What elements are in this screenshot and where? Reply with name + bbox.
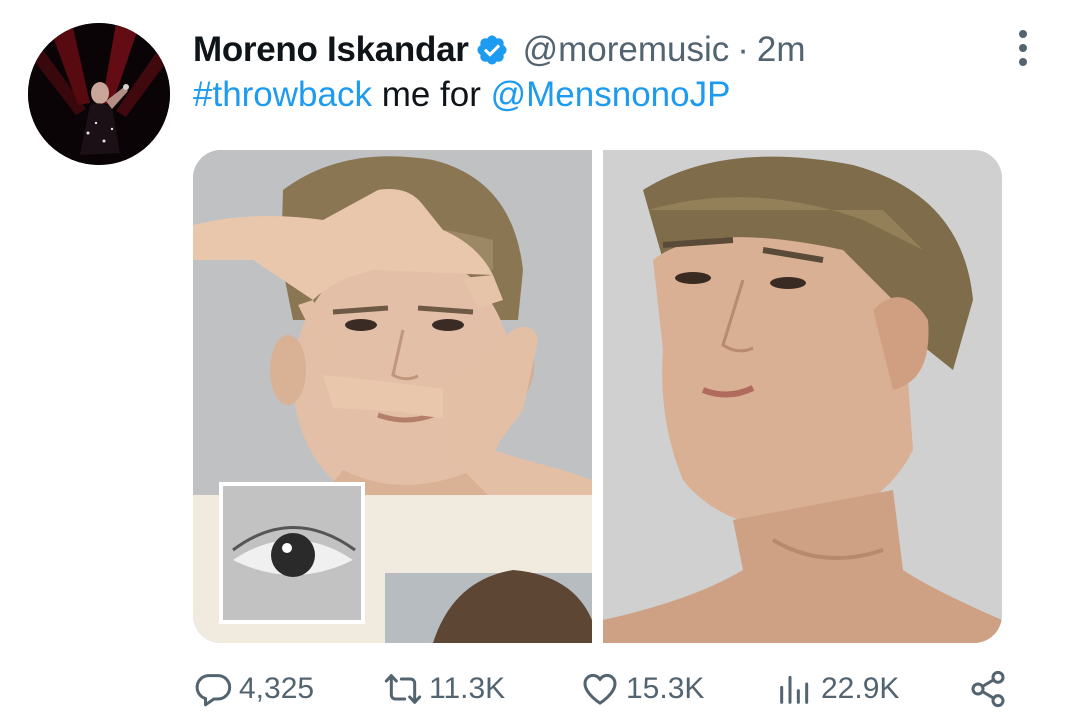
like-count: 15.3K bbox=[626, 672, 705, 705]
share-button[interactable] bbox=[968, 662, 1008, 716]
mention-link[interactable]: @MensnonoJP bbox=[491, 75, 731, 114]
reply-icon bbox=[193, 669, 233, 709]
media-grid bbox=[193, 150, 1002, 643]
views-button[interactable]: 22.9K bbox=[775, 662, 899, 716]
views-chart-icon bbox=[775, 669, 815, 709]
reply-count: 4,325 bbox=[239, 672, 315, 705]
tweet[interactable]: Moreno Iskandar @moremusic · 2m #throwba… bbox=[0, 0, 1080, 725]
retweet-count: 11.3K bbox=[429, 672, 506, 705]
tweet-text-middle: me for bbox=[371, 75, 491, 114]
hashtag-link[interactable]: #throwback bbox=[193, 75, 372, 114]
views-count: 22.9K bbox=[821, 672, 900, 705]
action-bar: 4,325 11.3K 15.3K 22.9K bbox=[0, 662, 1080, 716]
separator-dot: · bbox=[737, 30, 749, 69]
retweet-icon bbox=[383, 669, 423, 709]
reply-button[interactable]: 4,325 bbox=[193, 662, 314, 716]
retweet-button[interactable]: 11.3K bbox=[383, 662, 505, 716]
share-icon bbox=[968, 669, 1008, 709]
more-vertical-icon[interactable] bbox=[1005, 28, 1041, 68]
photo-left[interactable] bbox=[193, 150, 592, 643]
like-button[interactable]: 15.3K bbox=[580, 662, 704, 716]
timestamp[interactable]: 2m bbox=[757, 30, 806, 70]
display-name[interactable]: Moreno Iskandar bbox=[193, 30, 469, 70]
verified-badge-icon bbox=[475, 33, 509, 67]
photo-right[interactable] bbox=[603, 150, 1002, 643]
handle[interactable]: @moremusic bbox=[523, 30, 730, 70]
avatar-image bbox=[28, 23, 170, 165]
tweet-header: Moreno Iskandar @moremusic · 2m bbox=[193, 26, 806, 74]
heart-icon bbox=[580, 669, 620, 709]
avatar[interactable] bbox=[28, 23, 170, 165]
tweet-text: #throwback me for @MensnonoJP bbox=[193, 72, 730, 118]
